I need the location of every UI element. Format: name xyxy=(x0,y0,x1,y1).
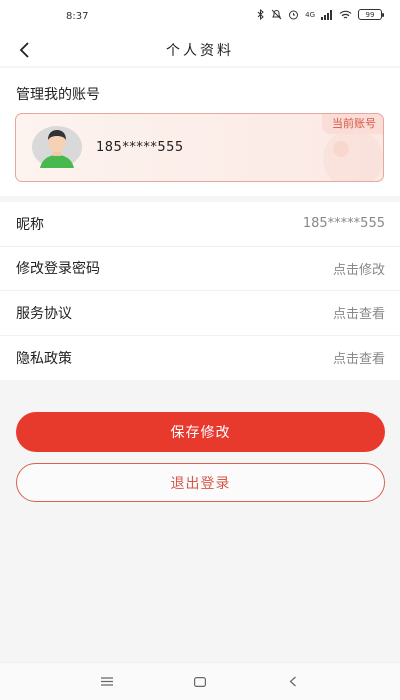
menu-item-value: 点击查看 xyxy=(332,352,385,368)
status-bar: 8:37 4G 99 xyxy=(0,0,400,34)
status-time: 8:37 xyxy=(66,11,89,22)
page-title: 个人资料 xyxy=(166,43,234,59)
wifi-icon xyxy=(339,10,352,18)
network-type: 4G xyxy=(305,10,315,19)
menu-item-label: 修改登录密码 xyxy=(16,261,100,278)
signal-icon xyxy=(321,9,332,20)
save-button[interactable]: 保存修改 xyxy=(16,412,385,452)
menu-item-service-agreement[interactable]: 服务协议 点击查看 xyxy=(0,291,400,336)
menu-icon xyxy=(100,677,113,686)
menu-item-value: 点击查看 xyxy=(332,307,385,323)
system-navigation-bar xyxy=(0,662,400,700)
menu-item-change-password[interactable]: 修改登录密码 点击修改 xyxy=(0,247,400,291)
home-icon xyxy=(193,676,206,687)
battery-level: 99 xyxy=(365,10,375,19)
section-title: 管理我的账号 xyxy=(16,87,100,103)
menu-item-privacy-policy[interactable]: 隐私政策 点击查看 xyxy=(0,336,400,381)
logout-button[interactable]: 退出登录 xyxy=(16,463,385,502)
menu-item-nickname[interactable]: 昵称 185*****555 xyxy=(0,202,400,247)
account-card[interactable]: 185*****555 当前账号 xyxy=(15,113,384,182)
menu-key[interactable] xyxy=(92,667,122,697)
current-account-badge: 当前账号 xyxy=(322,114,383,134)
account-phone: 185*****555 xyxy=(96,140,184,155)
menu-item-label: 昵称 xyxy=(16,216,44,233)
battery-icon: 99 xyxy=(358,9,384,20)
menu-list: 昵称 185*****555 修改登录密码 点击修改 服务协议 点击查看 隐私政… xyxy=(0,202,400,380)
account-section: 管理我的账号 185*****555 当前账号 xyxy=(0,68,400,196)
home-key[interactable] xyxy=(185,667,215,697)
alarm-icon xyxy=(289,10,299,20)
nav-bar: 个人资料 xyxy=(0,34,400,66)
menu-item-value: 185*****555 xyxy=(302,216,385,232)
mute-icon xyxy=(271,9,282,20)
menu-item-label: 隐私政策 xyxy=(16,350,72,367)
status-icons: 4G 99 xyxy=(257,9,384,20)
menu-item-label: 服务协议 xyxy=(16,305,72,322)
back-arrow-icon xyxy=(289,676,297,687)
bluetooth-icon xyxy=(257,9,264,20)
menu-item-value: 点击修改 xyxy=(332,262,385,278)
back-key[interactable] xyxy=(278,667,308,697)
avatar xyxy=(32,126,82,168)
